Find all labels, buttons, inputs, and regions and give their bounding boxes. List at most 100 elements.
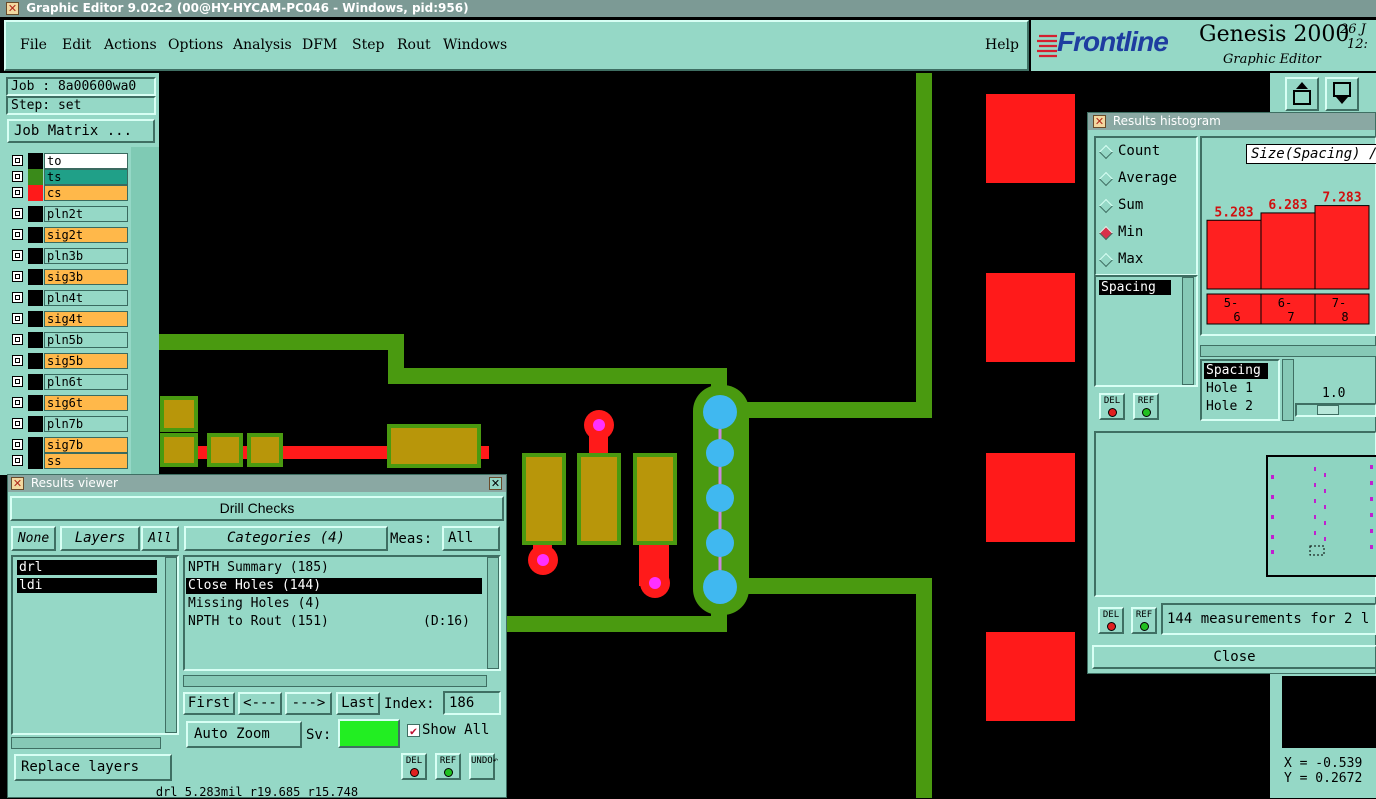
layer-checkbox[interactable] <box>12 271 23 282</box>
layer-color-swatch[interactable] <box>28 374 43 390</box>
layer-row-pln5b[interactable]: pln5b <box>10 332 128 348</box>
params-scrollbar[interactable] <box>1282 359 1294 421</box>
menu-help[interactable]: Help <box>985 37 1019 53</box>
hist-delete-button[interactable]: DEL <box>1099 393 1125 420</box>
menu-step[interactable]: Step <box>352 37 384 53</box>
category-scrollbar[interactable] <box>487 557 499 669</box>
layer-row-pln3b[interactable]: pln3b <box>10 248 128 264</box>
severity-select[interactable] <box>338 719 400 748</box>
index-input[interactable]: 186 <box>443 691 501 715</box>
histogram-chart[interactable]: 5.283 5-6 6.283 6-7 7.283 7-8 <box>1202 168 1376 334</box>
histogram-preview[interactable] <box>1094 431 1376 597</box>
mode-radio-count[interactable] <box>1098 144 1114 160</box>
category-item-selected[interactable]: Close Holes (144) <box>186 578 482 594</box>
layer-checkbox[interactable] <box>12 155 23 166</box>
first-button[interactable]: First <box>183 692 235 715</box>
drill-checks-header[interactable]: Drill Checks <box>10 496 504 521</box>
layer-row-sig6t[interactable]: sig6t <box>10 395 128 411</box>
layer-name[interactable]: pln2t <box>44 206 128 222</box>
layer-name[interactable]: pln4t <box>44 290 128 306</box>
layer-row-pln2t[interactable]: pln2t <box>10 206 128 222</box>
layer-name[interactable]: sig3b <box>44 269 128 285</box>
layer-name[interactable]: sig4t <box>44 311 128 327</box>
window-titlebar[interactable]: ✕ Graphic Editor 9.02c2 (00@HY-HYCAM-PC0… <box>0 0 1376 17</box>
layer-color-swatch[interactable] <box>28 185 43 201</box>
histogram-bar[interactable] <box>1260 212 1316 290</box>
layer-checkbox[interactable] <box>12 355 23 366</box>
layer-row-cs[interactable]: cs <box>10 185 128 201</box>
preview-refresh-button[interactable]: REF <box>1131 607 1157 634</box>
layer-row-to[interactable]: to <box>10 153 128 169</box>
layer-name[interactable]: ss <box>44 453 128 469</box>
layer-checkbox[interactable] <box>12 208 23 219</box>
undo-button[interactable]: UNDO↶ <box>469 753 498 780</box>
layer-checkbox[interactable] <box>12 455 23 466</box>
measure-list[interactable]: Spacing <box>1094 275 1198 387</box>
layer-name[interactable]: to <box>44 153 128 169</box>
layer-row-sig2t[interactable]: sig2t <box>10 227 128 243</box>
layer-name[interactable]: ts <box>44 169 128 185</box>
layer-color-swatch[interactable] <box>28 169 43 185</box>
prev-button[interactable]: <--- <box>238 692 282 715</box>
category-hscroll[interactable] <box>183 675 487 687</box>
layer-color-swatch[interactable] <box>28 437 43 453</box>
results-viewer-titlebar[interactable]: ✕ Results viewer ✕ <box>8 475 506 492</box>
menu-windows[interactable]: Windows <box>443 37 507 53</box>
result-layer-item[interactable]: ldi <box>17 578 157 593</box>
param-item-selected[interactable]: Spacing <box>1204 363 1268 379</box>
layer-name[interactable]: sig6t <box>44 395 128 411</box>
layer-name[interactable]: cs <box>44 185 128 201</box>
layer-name[interactable]: pln5b <box>44 332 128 348</box>
histogram-titlebar[interactable]: ✕ Results histogram <box>1088 113 1375 130</box>
layer-color-swatch[interactable] <box>28 353 43 369</box>
mode-label[interactable]: Average <box>1118 170 1177 186</box>
mode-label[interactable]: Max <box>1118 251 1143 267</box>
menu-actions[interactable]: Actions <box>104 37 157 53</box>
layer-checkbox[interactable] <box>12 439 23 450</box>
layer-checkbox[interactable] <box>12 313 23 324</box>
layer-scrollbar[interactable] <box>131 147 159 475</box>
layer-color-swatch[interactable] <box>28 153 43 169</box>
menu-rout[interactable]: Rout <box>397 37 431 53</box>
layer-checkbox[interactable] <box>12 292 23 303</box>
layer-checkbox[interactable] <box>12 418 23 429</box>
measure-item[interactable]: Spacing <box>1099 280 1171 295</box>
none-button[interactable]: None <box>11 526 56 551</box>
show-all-checkbox[interactable]: ✔ <box>407 724 420 737</box>
menu-file[interactable]: File <box>20 37 47 53</box>
layer-checkbox[interactable] <box>12 397 23 408</box>
category-item[interactable]: Missing Holes (4) <box>188 596 321 611</box>
histogram-close-button[interactable]: Close <box>1092 645 1376 669</box>
replace-layers-button[interactable]: Replace layers <box>14 754 172 781</box>
histogram-hscroll[interactable] <box>1200 345 1376 357</box>
layer-name[interactable]: pln3b <box>44 248 128 264</box>
category-list[interactable]: NPTH Summary (185) Close Holes (144) Mis… <box>183 555 501 671</box>
layers-button[interactable]: Layers <box>60 526 140 551</box>
layer-color-swatch[interactable] <box>28 248 43 264</box>
layer-checkbox[interactable] <box>12 229 23 240</box>
refresh-button[interactable]: REF <box>435 753 461 780</box>
layer-row-sig5b[interactable]: sig5b <box>10 353 128 369</box>
delete-button[interactable]: DEL <box>401 753 427 780</box>
layer-checkbox[interactable] <box>12 171 23 182</box>
layer-row-sig4t[interactable]: sig4t <box>10 311 128 327</box>
layer-color-swatch[interactable] <box>28 269 43 285</box>
category-item[interactable]: NPTH to Rout (151) <box>188 614 329 629</box>
layer-color-swatch[interactable] <box>28 206 43 222</box>
menu-edit[interactable]: Edit <box>62 37 91 53</box>
layer-row-pln4t[interactable]: pln4t <box>10 290 128 306</box>
layer-list-hscroll[interactable] <box>11 737 161 749</box>
layer-row-pln6t[interactable]: pln6t <box>10 374 128 390</box>
layer-list-scrollbar[interactable] <box>165 557 177 733</box>
layer-row-sig7b[interactable]: sig7b <box>10 437 128 453</box>
all-button[interactable]: All <box>141 526 179 551</box>
layer-color-swatch[interactable] <box>28 395 43 411</box>
param-item[interactable]: Hole 2 <box>1206 399 1253 414</box>
close-icon[interactable]: ✕ <box>489 477 502 490</box>
layer-color-swatch[interactable] <box>28 290 43 306</box>
layer-name[interactable]: sig5b <box>44 353 128 369</box>
mode-radio-max[interactable] <box>1098 252 1114 268</box>
mode-label[interactable]: Sum <box>1118 197 1143 213</box>
layer-row-ss[interactable]: ss <box>10 453 128 469</box>
layer-color-swatch[interactable] <box>28 227 43 243</box>
